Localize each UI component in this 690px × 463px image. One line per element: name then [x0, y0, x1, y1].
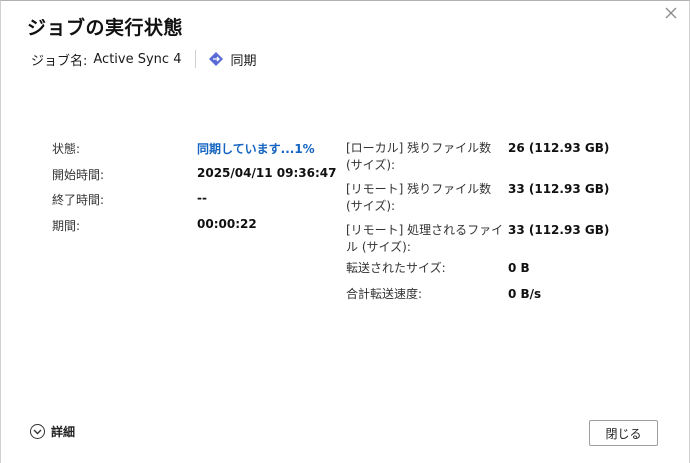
- sync-type-label: 同期: [230, 53, 257, 69]
- transferred-size-value: 0 B: [508, 260, 530, 275]
- job-name-label: ジョブ名:: [31, 53, 88, 69]
- details-label: 詳細: [51, 425, 76, 439]
- local-remaining-row: [ローカル] 残りファイル数 (サイズ): 26 (112.93 GB): [346, 140, 609, 181]
- field-label: 期間:: [52, 218, 81, 233]
- start-time-value: 2025/04/11 09:36:47: [197, 165, 337, 180]
- job-name-line: ジョブ名: Active Sync 4 同期: [31, 49, 257, 69]
- field-label: 合計転送速度:: [346, 286, 423, 301]
- close-button[interactable]: 閉じる: [589, 420, 658, 446]
- field-label: 転送されたサイズ:: [346, 260, 446, 275]
- local-remaining-value: 26 (112.93 GB): [508, 141, 610, 155]
- transferred-size-row: 転送されたサイズ: 0 B: [346, 255, 609, 281]
- remote-processed-value: 33 (112.93 GB): [508, 223, 610, 237]
- duration-row: 期間: 00:00:22: [52, 217, 336, 243]
- details-toggle[interactable]: 詳細: [30, 423, 75, 440]
- chevron-down-icon: [30, 424, 45, 439]
- remote-remaining-value: 33 (112.93 GB): [508, 182, 610, 196]
- start-time-row: 開始時間: 2025/04/11 09:36:47: [52, 166, 336, 192]
- end-time-value: --: [197, 191, 207, 205]
- field-label: 開始時間:: [52, 167, 105, 182]
- field-label: 状態:: [52, 142, 81, 156]
- job-status-dialog: ジョブの実行状態 ジョブ名: Active Sync 4 同期 状態: 同期して…: [0, 0, 690, 463]
- dialog-title: ジョブの実行状態: [27, 17, 184, 39]
- job-name-value: Active Sync 4: [93, 51, 182, 67]
- remote-remaining-row: [リモート] 残りファイル数 (サイズ): 33 (112.93 GB): [346, 181, 609, 222]
- transfer-speed-row: 合計転送速度: 0 B/s: [346, 281, 609, 307]
- field-label: [リモート] 処理されるファイ ル (サイズ):: [346, 223, 504, 254]
- field-label: [ローカル] 残りファイル数 (サイズ):: [346, 141, 492, 172]
- divider: [195, 50, 197, 68]
- sync-diamond-icon: [209, 52, 224, 66]
- status-value: 同期しています...1%: [197, 142, 315, 156]
- status-row: 状態: 同期しています...1%: [52, 140, 336, 166]
- remote-processed-row: [リモート] 処理されるファイ ル (サイズ): 33 (112.93 GB): [346, 222, 609, 255]
- duration-value: 00:00:22: [197, 216, 257, 231]
- field-label: 終了時間:: [52, 193, 105, 207]
- job-info-left: 状態: 同期しています...1% 開始時間: 2025/04/11 09:36:…: [52, 140, 336, 242]
- transfer-speed-value: 0 B/s: [508, 286, 542, 301]
- end-time-row: 終了時間: --: [52, 191, 336, 217]
- field-label: [リモート] 残りファイル数 (サイズ):: [346, 182, 492, 213]
- close-icon[interactable]: [663, 5, 679, 21]
- job-info-right: [ローカル] 残りファイル数 (サイズ): 26 (112.93 GB) [リモ…: [346, 140, 609, 307]
